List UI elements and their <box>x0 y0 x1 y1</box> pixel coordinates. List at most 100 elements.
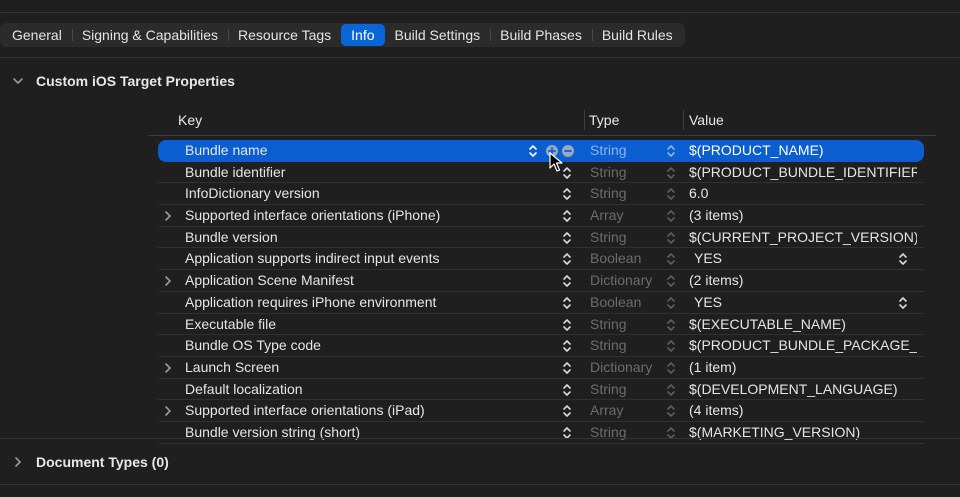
type-stepper-icon[interactable] <box>666 296 676 310</box>
row-key[interactable]: Default localization <box>185 379 303 400</box>
key-stepper-icon[interactable] <box>562 318 572 332</box>
key-stepper-icon[interactable] <box>562 383 572 397</box>
row-value[interactable]: (3 items) <box>689 205 917 226</box>
key-stepper-icon[interactable] <box>562 231 572 245</box>
type-stepper-icon[interactable] <box>666 166 676 180</box>
table-row[interactable]: Bundle identifier String $(PRODUCT_BUNDLE_… <box>158 162 924 184</box>
row-type[interactable]: String <box>590 335 627 356</box>
tab-info[interactable]: Info <box>341 24 385 46</box>
row-key[interactable]: Executable file <box>185 314 276 335</box>
table-row[interactable]: Default localization String $(DEVELOPMENT_… <box>158 379 924 401</box>
tab-signing-capabilities[interactable]: Signing & Capabilities <box>71 24 228 46</box>
row-value[interactable]: YES <box>694 248 922 269</box>
type-stepper-icon[interactable] <box>666 187 676 201</box>
column-header-value[interactable]: Value <box>689 108 724 132</box>
table-row[interactable]: InfoDictionary version String 6.0 <box>158 183 924 206</box>
table-row[interactable]: Launch Screen Dictionary (1 item) <box>158 357 924 379</box>
section-header-document-types[interactable]: Document Types (0) <box>0 453 169 471</box>
row-type[interactable]: String <box>590 379 627 400</box>
row-type[interactable]: Boolean <box>590 248 641 269</box>
table-row[interactable]: Application supports indirect input even… <box>158 248 924 271</box>
row-value[interactable]: $(CURRENT_PROJECT_VERSION) <box>689 227 917 248</box>
tab-build-phases[interactable]: Build Phases <box>490 24 592 46</box>
table-row[interactable]: Application Scene Manifest Dictionary (2 i… <box>158 270 924 292</box>
key-stepper-icon[interactable] <box>562 339 572 353</box>
row-type[interactable]: String <box>590 183 627 204</box>
row-value[interactable]: $(PRODUCT_BUNDLE_IDENTIFIER) <box>689 162 917 183</box>
table-row[interactable]: Executable file String $(EXECUTABLE_NAME) <box>158 314 924 336</box>
row-type[interactable]: String <box>590 422 627 443</box>
type-stepper-icon[interactable] <box>666 209 676 223</box>
table-row[interactable]: Application requires iPhone environment B… <box>158 292 924 314</box>
type-stepper-icon[interactable] <box>666 361 676 375</box>
key-stepper-icon[interactable] <box>562 252 572 266</box>
chevron-down-icon[interactable] <box>0 76 36 86</box>
value-popup-stepper-icon[interactable] <box>898 296 908 310</box>
row-type[interactable]: Dictionary <box>590 357 652 378</box>
tab-build-settings[interactable]: Build Settings <box>385 24 491 46</box>
table-row[interactable]: Bundle OS Type code String $(PRODUCT_BUNDL… <box>158 335 924 357</box>
key-stepper-icon[interactable] <box>562 166 572 180</box>
table-row[interactable]: Supported interface orientations (iPad) A… <box>158 400 924 422</box>
type-stepper-icon[interactable] <box>666 383 676 397</box>
key-stepper-icon[interactable] <box>528 144 538 158</box>
row-type[interactable]: Array <box>590 400 623 421</box>
row-value[interactable]: (2 items) <box>689 270 917 291</box>
row-key[interactable]: InfoDictionary version <box>185 183 320 204</box>
row-type[interactable]: String <box>590 140 627 161</box>
row-type[interactable]: Array <box>590 205 623 226</box>
type-stepper-icon[interactable] <box>666 231 676 245</box>
row-value[interactable]: $(PRODUCT_NAME) <box>689 140 917 161</box>
column-header-key[interactable]: Key <box>178 108 202 132</box>
row-type[interactable]: String <box>590 314 627 335</box>
row-key[interactable]: Bundle name <box>185 140 268 161</box>
chevron-right-icon[interactable] <box>162 209 174 221</box>
key-stepper-icon[interactable] <box>562 296 572 310</box>
chevron-right-icon[interactable] <box>0 457 36 467</box>
column-divider[interactable] <box>683 110 684 130</box>
row-key[interactable]: Bundle version <box>185 227 278 248</box>
type-stepper-icon[interactable] <box>666 252 676 266</box>
row-value[interactable]: (4 items) <box>689 400 917 421</box>
chevron-right-icon[interactable] <box>162 404 174 417</box>
row-type[interactable]: String <box>590 227 627 248</box>
chevron-right-icon[interactable] <box>162 361 174 373</box>
row-value[interactable]: (1 item) <box>689 357 917 378</box>
row-key[interactable]: Bundle identifier <box>185 162 285 183</box>
row-key[interactable]: Launch Screen <box>185 357 279 378</box>
key-stepper-icon[interactable] <box>562 361 572 375</box>
type-stepper-icon[interactable] <box>666 318 676 332</box>
row-type[interactable]: Dictionary <box>590 270 652 291</box>
row-value[interactable]: $(DEVELOPMENT_LANGUAGE) <box>689 379 917 400</box>
row-type[interactable]: Boolean <box>590 292 641 313</box>
row-key[interactable]: Application requires iPhone environment <box>185 292 436 313</box>
value-popup-stepper-icon[interactable] <box>898 252 908 266</box>
key-stepper-icon[interactable] <box>562 274 572 288</box>
type-stepper-icon[interactable] <box>666 144 676 158</box>
tab-resource-tags[interactable]: Resource Tags <box>228 24 341 46</box>
row-key[interactable]: Supported interface orientations (iPhone… <box>185 205 440 226</box>
section-header-custom-properties[interactable]: Custom iOS Target Properties <box>0 72 235 90</box>
column-header-type[interactable]: Type <box>589 108 619 132</box>
row-key[interactable]: Bundle version string (short) <box>185 422 360 443</box>
row-key[interactable]: Application supports indirect input even… <box>185 248 439 269</box>
table-row[interactable]: Bundle version String $(CURRENT_PROJECT_VE… <box>158 227 924 249</box>
row-value[interactable]: 6.0 <box>689 183 917 204</box>
row-type[interactable]: String <box>590 162 627 183</box>
key-stepper-icon[interactable] <box>562 209 572 223</box>
row-value[interactable]: $(PRODUCT_BUNDLE_PACKAGE_TYPE) <box>689 335 917 356</box>
row-key[interactable]: Supported interface orientations (iPad) <box>185 400 425 421</box>
table-row[interactable]: Bundle name String $(PRODUCT_NAME) <box>158 140 924 172</box>
tab-general[interactable]: General <box>2 24 72 46</box>
chevron-right-icon[interactable] <box>162 274 174 286</box>
row-key[interactable]: Bundle OS Type code <box>185 335 321 356</box>
key-stepper-icon[interactable] <box>562 187 572 201</box>
key-stepper-icon[interactable] <box>562 404 572 418</box>
type-stepper-icon[interactable] <box>666 339 676 353</box>
remove-row-icon[interactable] <box>562 145 574 157</box>
row-value[interactable]: $(EXECUTABLE_NAME) <box>689 314 917 335</box>
type-stepper-icon[interactable] <box>666 404 676 418</box>
table-row[interactable]: Supported interface orientations (iPhone… <box>158 205 924 227</box>
row-key[interactable]: Application Scene Manifest <box>185 270 354 291</box>
type-stepper-icon[interactable] <box>666 274 676 288</box>
